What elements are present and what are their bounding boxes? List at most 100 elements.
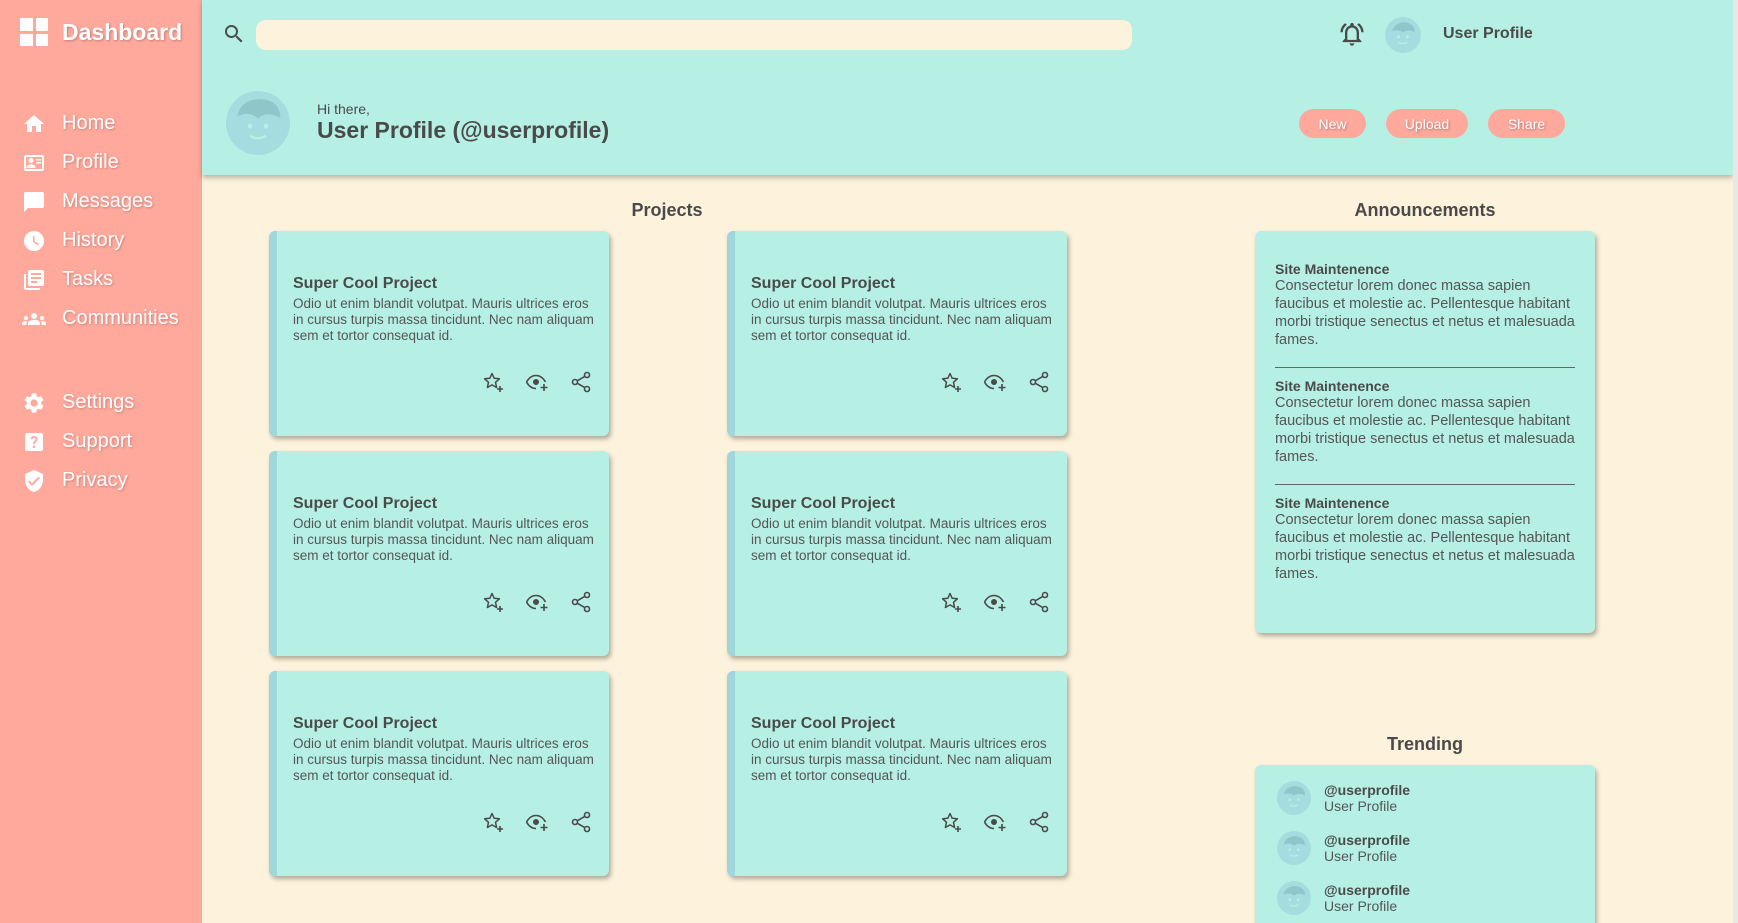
share-icon[interactable] [1027, 590, 1051, 614]
sidebar-item-label: Privacy [62, 469, 128, 491]
project-title: Super Cool Project [751, 495, 896, 512]
project-card[interactable]: Super Cool Project Odio ut enim blandit v… [269, 671, 609, 876]
project-card[interactable]: Super Cool Project Odio ut enim blandit v… [727, 451, 1067, 656]
greeting-text: Hi there, [317, 101, 370, 117]
avatar [1277, 831, 1311, 865]
star-add-icon[interactable] [481, 810, 505, 834]
sidebar-item-communities[interactable]: Communities [0, 299, 202, 338]
watch-add-icon[interactable] [983, 370, 1007, 394]
share-button[interactable]: Share [1488, 109, 1565, 138]
sidebar-primary-nav: Home Profile Messages History Tasks Comm… [0, 104, 202, 338]
trending-title: Trending [1387, 734, 1463, 754]
announcement-item: Site Maintenence Consectetur lorem donec… [1275, 231, 1575, 368]
sidebar-item-label: Support [62, 430, 133, 452]
star-add-icon[interactable] [481, 590, 505, 614]
sidebar-item-history[interactable]: History [0, 221, 202, 260]
bell-icon[interactable] [1338, 20, 1366, 48]
sidebar-item-home[interactable]: Home [0, 104, 202, 143]
watch-add-icon[interactable] [525, 370, 549, 394]
trending-name: User Profile [1324, 798, 1398, 814]
sidebar-item-label: Communities [62, 307, 179, 329]
announcement-text: Consectetur lorem donec massa sapien fau… [1275, 278, 1575, 348]
project-actions [939, 370, 1051, 394]
watch-add-icon[interactable] [983, 810, 1007, 834]
project-actions [939, 810, 1051, 834]
sidebar-item-tasks[interactable]: Tasks [0, 260, 202, 299]
project-actions [481, 370, 593, 394]
project-title: Super Cool Project [751, 715, 896, 732]
announcements-panel: Site Maintenence Consectetur lorem donec… [1255, 231, 1595, 633]
watch-add-icon[interactable] [983, 590, 1007, 614]
watch-add-icon[interactable] [525, 590, 549, 614]
people-icon [22, 312, 46, 325]
search-icon[interactable] [222, 22, 246, 46]
trending-panel: @userprofile User Profile @userprofile Use… [1255, 765, 1595, 923]
announcements-title: Announcements [1354, 200, 1496, 220]
share-icon[interactable] [569, 810, 593, 834]
brand[interactable]: Dashboard [0, 0, 202, 64]
scrollbar[interactable] [1733, 0, 1738, 923]
project-actions [481, 590, 593, 614]
search-input[interactable] [256, 20, 1132, 50]
share-icon[interactable] [569, 590, 593, 614]
trending-handle: @userprofile [1324, 882, 1411, 898]
trending-item[interactable]: @userprofile User Profile [1255, 873, 1595, 923]
gear-icon [24, 392, 44, 413]
sidebar-item-settings[interactable]: Settings [0, 383, 202, 422]
sidebar-item-label: Settings [62, 391, 135, 413]
share-icon[interactable] [1027, 370, 1051, 394]
project-title: Super Cool Project [293, 495, 438, 512]
upload-button[interactable]: Upload [1386, 109, 1468, 138]
new-button[interactable]: New [1299, 109, 1366, 138]
sidebar-item-label: Tasks [62, 268, 114, 290]
share-icon[interactable] [1027, 810, 1051, 834]
sidebar-item-messages[interactable]: Messages [0, 182, 202, 221]
message-icon [24, 191, 44, 212]
star-add-icon[interactable] [481, 370, 505, 394]
header: User Profile Hi there, User Profile (@us… [202, 0, 1733, 175]
project-actions [481, 810, 593, 834]
star-add-icon[interactable] [939, 370, 963, 394]
project-card[interactable]: Super Cool Project Odio ut enim blandit v… [727, 231, 1067, 436]
brand-title: Dashboard [62, 18, 183, 45]
trending-handle: @userprofile [1324, 782, 1411, 798]
profile-avatar [226, 91, 290, 155]
sidebar-item-privacy[interactable]: Privacy [0, 461, 202, 500]
announcement-title: Site Maintenence [1275, 261, 1390, 277]
project-description: Odio ut enim blandit volutpat. Mauris ul… [293, 516, 594, 563]
sidebar-item-label: Home [62, 112, 116, 134]
project-card[interactable]: Super Cool Project Odio ut enim blandit v… [269, 451, 609, 656]
sidebar-secondary-nav: Settings Support Privacy [0, 383, 202, 500]
avatar [1277, 881, 1311, 915]
shield-icon [25, 469, 43, 492]
star-add-icon[interactable] [939, 590, 963, 614]
project-description: Odio ut enim blandit volutpat. Mauris ul… [293, 736, 594, 783]
project-actions [939, 590, 1051, 614]
sidebar-item-profile[interactable]: Profile [0, 143, 202, 182]
trending-item[interactable]: @userprofile User Profile [1255, 773, 1595, 823]
project-description: Odio ut enim blandit volutpat. Mauris ul… [751, 516, 1052, 563]
project-title: Super Cool Project [293, 275, 438, 292]
tasks-icon [24, 269, 44, 290]
sidebar-item-label: History [62, 229, 125, 251]
announcement-text: Consectetur lorem donec massa sapien fau… [1275, 512, 1575, 582]
header-user-label[interactable]: User Profile [1443, 25, 1533, 43]
announcement-title: Site Maintenence [1275, 378, 1390, 394]
share-icon[interactable] [569, 370, 593, 394]
star-add-icon[interactable] [939, 810, 963, 834]
watch-add-icon[interactable] [525, 810, 549, 834]
projects-title: Projects [631, 200, 703, 220]
trending-item[interactable]: @userprofile User Profile [1255, 823, 1595, 873]
profile-card-icon [24, 154, 44, 171]
help-icon [25, 432, 43, 451]
clock-icon [24, 230, 44, 251]
avatar[interactable] [1385, 17, 1421, 53]
project-description: Odio ut enim blandit volutpat. Mauris ul… [751, 296, 1052, 343]
project-card[interactable]: Super Cool Project Odio ut enim blandit v… [727, 671, 1067, 876]
trending-handle: @userprofile [1324, 832, 1411, 848]
project-title: Super Cool Project [293, 715, 438, 732]
project-card[interactable]: Super Cool Project Odio ut enim blandit v… [269, 231, 609, 436]
announcement-item: Site Maintenence Consectetur lorem donec… [1275, 368, 1575, 485]
project-title: Super Cool Project [751, 275, 896, 292]
sidebar-item-support[interactable]: Support [0, 422, 202, 461]
